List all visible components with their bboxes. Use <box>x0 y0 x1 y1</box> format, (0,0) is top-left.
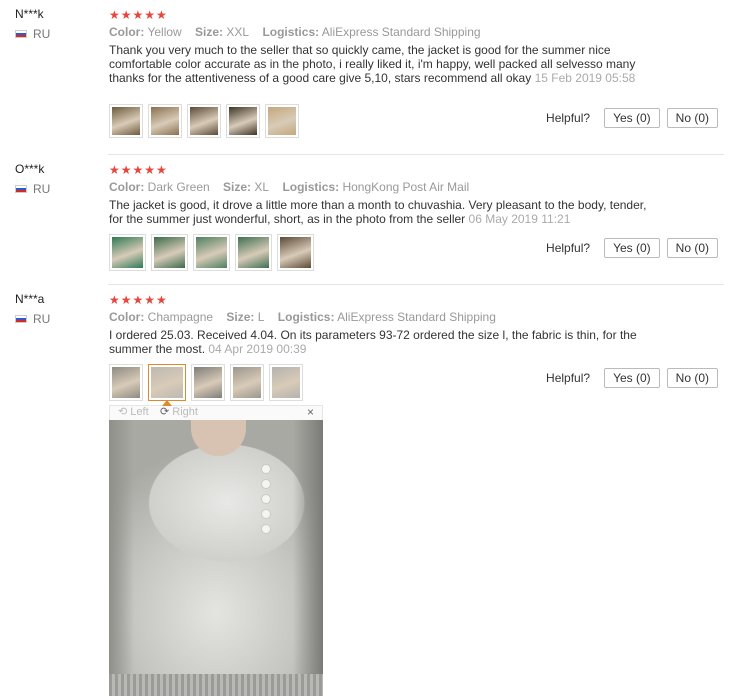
helpful-yes-button[interactable]: Yes (0) <box>604 238 660 258</box>
helpful-no-button[interactable]: No (0) <box>666 368 718 388</box>
helpful-label: Helpful? <box>546 241 591 255</box>
helpful-votes: Helpful? Yes (0) No (0) <box>546 108 718 128</box>
star-rating: ★★★★★ <box>109 293 168 307</box>
color-label: Color: <box>109 180 145 194</box>
order-info: Color: Dark Green Size: XL Logistics: Ho… <box>109 180 479 194</box>
rotate-right-button[interactable]: ⟳ Right <box>160 406 198 419</box>
size-label: Size: <box>226 310 255 324</box>
flag-icon <box>15 30 27 38</box>
helpful-votes: Helpful? Yes (0) No (0) <box>546 238 718 258</box>
photo-garment-buttons <box>261 464 271 539</box>
size-value: XL <box>254 180 270 194</box>
reviewer-name: N***a <box>15 292 45 306</box>
flag-icon <box>15 185 27 193</box>
color-label: Color: <box>109 310 145 324</box>
viewer-toolbar: ⟲ Left ⟳ Right × <box>109 400 323 420</box>
rotate-right-icon: ⟳ <box>160 406 170 418</box>
flag-icon <box>15 315 27 323</box>
review-photo-thumb[interactable] <box>151 234 188 271</box>
close-icon[interactable]: × <box>307 406 314 419</box>
reviewer-info: N***k RU <box>15 7 50 41</box>
logistics-label: Logistics: <box>262 25 320 39</box>
order-info: Color: Yellow Size: XXL Logistics: AliEx… <box>109 25 491 39</box>
helpful-votes: Helpful? Yes (0) No (0) <box>546 368 718 388</box>
review-item: N***k RU ★★★★★ Color: Yellow Size: XXL L… <box>0 0 724 155</box>
rotate-left-label: Left <box>130 406 149 418</box>
review-photo-thumb[interactable] <box>109 104 143 138</box>
review-text: Thank you very much to the seller that s… <box>109 43 654 85</box>
review-photo-thumb[interactable] <box>148 104 182 138</box>
review-date: 04 Apr 2019 00:39 <box>208 342 307 356</box>
review-photos <box>109 234 314 271</box>
rotate-right-label: Right <box>172 406 198 418</box>
rotate-left-button[interactable]: ⟲ Left <box>118 406 149 419</box>
color-value: Yellow <box>147 25 182 39</box>
photo-shade <box>293 420 323 696</box>
photo-skirt-area <box>109 674 323 696</box>
star-rating: ★★★★★ <box>109 163 168 177</box>
reviewer-name: O***k <box>15 162 45 176</box>
size-label: Size: <box>223 180 252 194</box>
review-text: The jacket is good, it drove a little mo… <box>109 198 654 226</box>
helpful-no-button[interactable]: No (0) <box>666 108 718 128</box>
enlarged-review-photo <box>109 420 323 696</box>
reviewer-country: RU <box>15 182 50 196</box>
country-code: RU <box>33 27 51 41</box>
color-value: Champagne <box>147 310 214 324</box>
review-photo-thumb[interactable] <box>191 364 225 401</box>
helpful-yes-button[interactable]: Yes (0) <box>604 108 660 128</box>
reviewer-country: RU <box>15 27 50 41</box>
country-code: RU <box>33 182 51 196</box>
color-label: Color: <box>109 25 145 39</box>
logistics-value: AliExpress Standard Shipping <box>337 310 496 324</box>
review-photos <box>109 104 299 138</box>
review-photo-thumb[interactable] <box>269 364 303 401</box>
size-value: XXL <box>226 25 250 39</box>
reviewer-info: O***k RU <box>15 162 50 196</box>
reviewer-country: RU <box>15 312 50 326</box>
review-date: 15 Feb 2019 05:58 <box>534 71 636 85</box>
review-text: I ordered 25.03. Received 4.04. On its p… <box>109 328 654 356</box>
color-value: Dark Green <box>147 180 210 194</box>
review-photo-thumb[interactable] <box>235 234 272 271</box>
review-item: O***k RU ★★★★★ Color: Dark Green Size: X… <box>0 155 724 285</box>
helpful-label: Helpful? <box>546 111 591 125</box>
rotate-left-icon: ⟲ <box>118 406 128 418</box>
review-body: I ordered 25.03. Received 4.04. On its p… <box>109 328 637 356</box>
review-photo-thumb[interactable] <box>109 364 143 401</box>
review-photo-thumb[interactable] <box>187 104 221 138</box>
helpful-yes-button[interactable]: Yes (0) <box>604 368 660 388</box>
logistics-label: Logistics: <box>282 180 340 194</box>
order-info: Color: Champagne Size: L Logistics: AliE… <box>109 310 506 324</box>
logistics-value: HongKong Post Air Mail <box>342 180 470 194</box>
photo-shade <box>109 420 134 696</box>
helpful-no-button[interactable]: No (0) <box>666 238 718 258</box>
photo-neck-area <box>191 420 246 456</box>
country-code: RU <box>33 312 51 326</box>
review-photo-thumb[interactable] <box>193 234 230 271</box>
review-photo-thumb[interactable] <box>230 364 264 401</box>
star-rating: ★★★★★ <box>109 8 168 22</box>
review-photo-thumb-selected[interactable] <box>148 364 186 401</box>
logistics-label: Logistics: <box>277 310 335 324</box>
photo-viewer: ⟲ Left ⟳ Right × <box>109 400 323 696</box>
size-value: L <box>257 310 265 324</box>
reviewer-name: N***k <box>15 7 44 21</box>
logistics-value: AliExpress Standard Shipping <box>321 25 481 39</box>
reviewer-info: N***a RU <box>15 292 50 326</box>
review-date: 06 May 2019 11:21 <box>468 212 571 226</box>
review-photo-thumb[interactable] <box>277 234 314 271</box>
helpful-label: Helpful? <box>546 371 591 385</box>
review-photo-thumb[interactable] <box>109 234 146 271</box>
review-photos <box>109 364 303 401</box>
review-photo-thumb[interactable] <box>265 104 299 138</box>
size-label: Size: <box>195 25 224 39</box>
review-photo-thumb[interactable] <box>226 104 260 138</box>
